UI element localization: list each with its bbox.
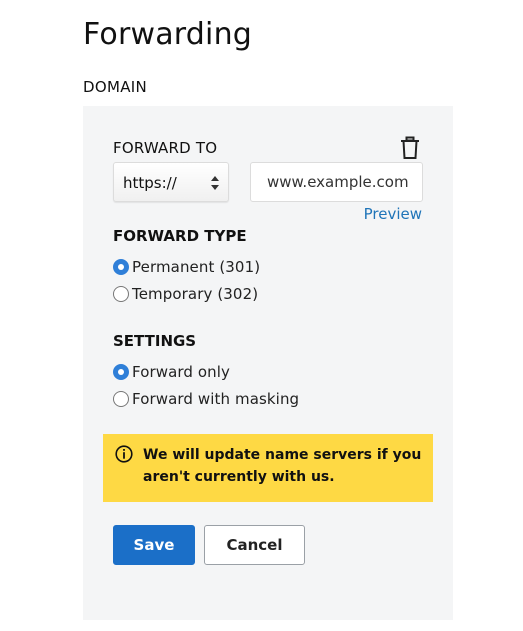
radio-button-checked[interactable] xyxy=(113,259,129,275)
radio-label: Forward with masking xyxy=(132,390,300,408)
settings-heading: SETTINGS xyxy=(113,332,197,350)
preview-link[interactable]: Preview xyxy=(364,204,422,224)
radio-temporary-302[interactable]: Temporary (302) xyxy=(113,284,258,304)
protocol-select-value: https:// xyxy=(123,174,177,192)
section-label-domain: DOMAIN xyxy=(83,78,148,96)
radio-button[interactable] xyxy=(113,286,129,302)
name-server-notice: We will update name servers if you aren'… xyxy=(103,434,433,502)
radio-forward-with-masking[interactable]: Forward with masking xyxy=(113,389,299,409)
select-arrows-icon xyxy=(210,173,220,193)
radio-label: Permanent (301) xyxy=(132,258,261,276)
radio-button-checked[interactable] xyxy=(113,364,129,380)
radio-forward-only[interactable]: Forward only xyxy=(113,362,230,382)
save-button[interactable]: Save xyxy=(113,525,195,565)
cancel-button[interactable]: Cancel xyxy=(204,525,305,565)
notice-text: We will update name servers if you aren'… xyxy=(143,447,422,485)
info-icon xyxy=(115,445,133,463)
radio-label: Forward only xyxy=(132,363,231,381)
forward-to-label: FORWARD TO xyxy=(113,139,218,157)
protocol-select[interactable]: https:// xyxy=(113,162,229,202)
forwarding-panel: FORWARD TO https:// Preview FORWARD TYPE… xyxy=(83,106,453,620)
page-title: Forwarding xyxy=(83,17,253,52)
forwarding-page: Forwarding DOMAIN FORWARD TO https:// Pr… xyxy=(0,0,523,631)
radio-button[interactable] xyxy=(113,391,129,407)
url-input[interactable] xyxy=(250,162,423,202)
forward-type-heading: FORWARD TYPE xyxy=(113,227,247,245)
radio-label: Temporary (302) xyxy=(132,285,259,303)
trash-icon[interactable] xyxy=(399,136,421,160)
radio-permanent-301[interactable]: Permanent (301) xyxy=(113,257,260,277)
